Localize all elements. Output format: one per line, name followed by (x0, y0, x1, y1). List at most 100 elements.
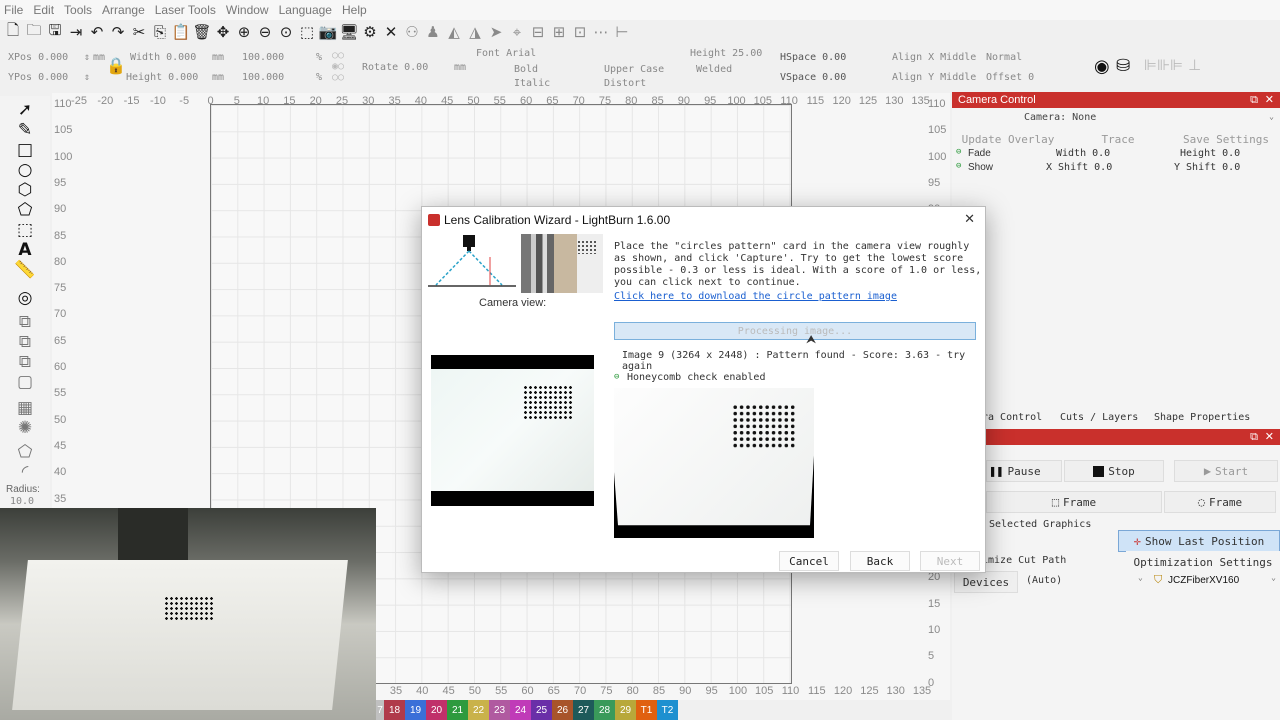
arrow-icon[interactable]: ➤ (487, 23, 505, 41)
scale-width-field[interactable]: 100.000 (242, 52, 284, 63)
palette-swatch-7[interactable]: 7 (376, 700, 384, 720)
honeycomb-check-label[interactable]: Honeycomb check enabled (627, 372, 765, 383)
pause-button[interactable]: ❚❚ Pause (986, 460, 1062, 482)
ypos-spin-icon[interactable]: ⇕ (84, 72, 90, 83)
cancel-button[interactable]: Cancel (779, 551, 839, 571)
spacing-icon[interactable]: ⋯ (592, 23, 610, 41)
connection-select[interactable]: (Auto) (1026, 575, 1062, 586)
distort-checkbox[interactable]: Distort (604, 78, 646, 89)
palette-swatch-29[interactable]: 29 (615, 700, 636, 720)
device-chevron-icon[interactable]: ⌄ (1271, 573, 1276, 582)
corner-radius-icon[interactable]: ◜ (14, 462, 36, 482)
boolean-diff-icon[interactable]: ⧉ (14, 332, 36, 352)
palette-swatch-26[interactable]: 26 (552, 700, 573, 720)
delete-icon[interactable]: 🗑 (192, 23, 211, 41)
export-icon[interactable]: ⇥ (67, 23, 85, 41)
next-button[interactable]: Next (920, 551, 980, 571)
connection-chevron-icon[interactable]: ⌄ (1138, 573, 1143, 582)
width-field[interactable]: Width 0.000 (130, 52, 196, 63)
weld-icon[interactable]: ▢ (14, 372, 36, 392)
align-x-select[interactable]: Align X Middle (892, 52, 976, 63)
tab-camera-control[interactable]: ra Control (982, 412, 1042, 423)
palette-swatch-28[interactable]: 28 (594, 700, 615, 720)
welded-checkbox[interactable]: Welded (696, 64, 732, 75)
save-settings-button[interactable]: Save Settings (1174, 128, 1278, 150)
arrange-icon[interactable]: ⊡ (571, 23, 589, 41)
show-toggle[interactable]: Show (968, 162, 993, 173)
menu-edit[interactable]: Edit (33, 3, 54, 17)
menu-help[interactable]: Help (342, 3, 367, 17)
settings-icon[interactable]: ⚙ (361, 23, 379, 41)
xpos-field[interactable]: XPos 0.000 (8, 52, 68, 63)
scale-height-field[interactable]: 100.000 (242, 72, 284, 83)
node-edit-icon[interactable]: ⬠ (14, 442, 36, 462)
y-shift-field[interactable]: Y Shift 0.0 (1174, 162, 1240, 173)
select-cursor-icon[interactable]: ➚ (14, 100, 36, 120)
zoom-out-icon[interactable]: ⊖ (256, 23, 274, 41)
rectangle-icon[interactable]: □ (14, 140, 36, 160)
camera-eye-icon[interactable]: ◉ (1094, 56, 1110, 77)
save-icon[interactable]: 🖫 (46, 21, 64, 41)
pen-icon[interactable]: ✎ (14, 120, 36, 140)
menu-arrange[interactable]: Arrange (102, 3, 145, 17)
cut-icon[interactable]: ✂ (130, 23, 148, 41)
select-frame-icon[interactable]: ⬚ (298, 23, 316, 41)
show-toggle-icon[interactable]: ⊖ (956, 161, 961, 171)
mirror-h-icon[interactable]: ◭ (445, 23, 463, 41)
palette-swatch-t2[interactable]: T2 (657, 700, 678, 720)
bold-checkbox[interactable]: Bold (514, 64, 538, 75)
grid-array-icon[interactable]: ▦ (14, 398, 36, 418)
laser-undock-icon[interactable]: ⧉ (1250, 429, 1258, 445)
dotted-rect-icon[interactable]: ⬚ (14, 220, 36, 240)
ruler-icon[interactable]: ⊢ (613, 23, 631, 41)
group-icon[interactable]: ⚇ (403, 23, 421, 41)
palette-swatch-22[interactable]: 22 (468, 700, 489, 720)
menu-language[interactable]: Language (279, 3, 332, 17)
radius-value[interactable]: 10.0 (10, 496, 34, 507)
download-pattern-link[interactable]: Click here to download the circle patter… (614, 291, 897, 302)
zoom-in-icon[interactable]: ⊕ (235, 23, 253, 41)
optimization-settings-button[interactable]: Optimization Settings (1126, 551, 1280, 573)
fade-toggle[interactable]: Fade (968, 148, 991, 159)
distribute-icon[interactable]: ⊞ (550, 23, 568, 41)
align-tools-icon[interactable]: ⊫⊪⊫ ⊥ (1144, 56, 1201, 74)
palette-swatch-27[interactable]: 27 (573, 700, 594, 720)
align-icon[interactable]: ⊟ (529, 23, 547, 41)
copy-icon[interactable]: ⎘ (151, 23, 169, 41)
close-icon[interactable]: ✕ (1265, 92, 1274, 108)
rotate-field[interactable]: Rotate 0.00 (362, 62, 428, 73)
origin-grid-icon[interactable]: ○○ ◉○ ○○ (332, 50, 344, 83)
show-last-position-button[interactable]: ✛ Show Last Position (1118, 530, 1280, 552)
boolean-union-icon[interactable]: ⧉ (14, 312, 36, 332)
stop-button[interactable]: Stop (1064, 460, 1164, 482)
menu-tools[interactable]: Tools (64, 3, 92, 17)
font-select[interactable]: Font Arial (476, 48, 536, 59)
ungroup-icon[interactable]: ♟ (424, 23, 442, 41)
circular-array-icon[interactable]: ✺ (14, 418, 36, 438)
vspace-field[interactable]: VSpace 0.00 (780, 72, 846, 83)
dialog-close-icon[interactable]: ✕ (964, 212, 975, 227)
move-icon[interactable]: ✥ (214, 23, 232, 41)
polygon-icon[interactable]: ⬡ (14, 180, 36, 200)
x-shift-field[interactable]: X Shift 0.0 (1046, 162, 1112, 173)
boolean-intersect-icon[interactable]: ⧉ (14, 352, 36, 372)
palette-swatch-19[interactable]: 19 (405, 700, 426, 720)
tools-icon[interactable]: ✕ (382, 23, 400, 41)
align-y-select[interactable]: Align Y Middle (892, 72, 976, 83)
new-file-icon[interactable]: 🗋 (4, 21, 22, 41)
chevron-down-icon[interactable]: ⌄ (1269, 112, 1274, 121)
menu-laser-tools[interactable]: Laser Tools (155, 3, 216, 17)
font-height-field[interactable]: Height 25.00 (690, 48, 762, 59)
frame-circle-button[interactable]: ◌ Frame (1164, 491, 1276, 513)
palette-swatch-20[interactable]: 20 (426, 700, 447, 720)
paste-icon[interactable]: 📋 (172, 23, 191, 41)
italic-checkbox[interactable]: Italic (514, 78, 550, 89)
ypos-field[interactable]: YPos 0.000 (8, 72, 68, 83)
device-select[interactable]: JCZFiberXV160 (1168, 575, 1239, 586)
palette-swatch-t1[interactable]: T1 (636, 700, 657, 720)
palette-swatch-21[interactable]: 21 (447, 700, 468, 720)
text-tool-icon[interactable]: A (14, 240, 36, 260)
trace-button[interactable]: Trace (1066, 128, 1170, 150)
mirror-v-icon[interactable]: ◮ (466, 23, 484, 41)
palette-swatch-24[interactable]: 24 (510, 700, 531, 720)
